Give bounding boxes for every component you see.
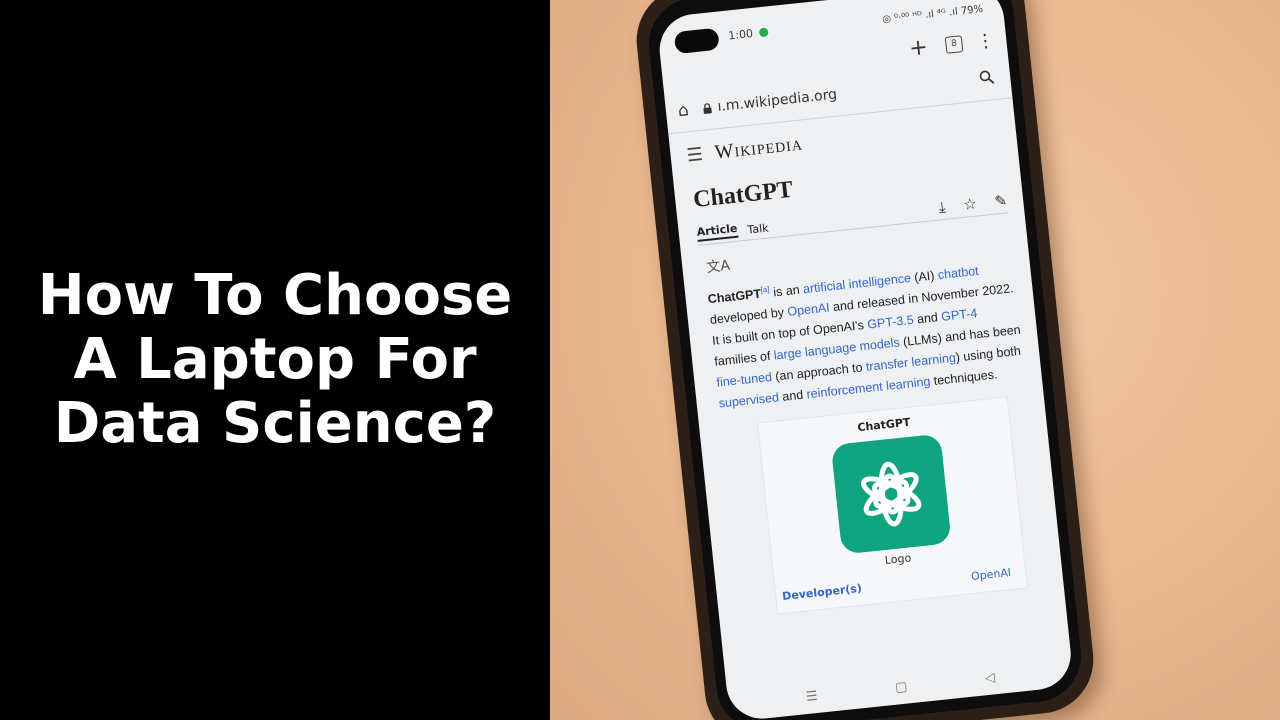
article-intro: ChatGPT[a] is an artificial intelligence… (702, 253, 1026, 415)
new-tab-button[interactable]: + (908, 34, 929, 61)
browser-menu-button[interactable]: ⋮ (975, 29, 995, 52)
star-icon[interactable]: ☆ (962, 195, 977, 214)
url-text: ı.m.wikipedia.org (716, 86, 838, 116)
headline-line-1: How To Choose (37, 263, 513, 328)
infobox: ChatGPT Logo Developer(s) OpenAI (757, 396, 1028, 615)
bold-term: ChatGPT (707, 286, 762, 307)
link-transfer-learning[interactable]: transfer learning (865, 351, 956, 374)
phone-photo: 1:00 ◎ ⁰·⁰⁰ ᴴᴰ .ıl ⁴ᴳ .ıl 79% + 8 ⋮ ⌂ ı.… (550, 0, 1280, 720)
text: developed by (709, 305, 789, 328)
edit-lock-icon[interactable]: ✎ (994, 191, 1008, 210)
back-icon[interactable]: ◁ (984, 670, 996, 686)
smartphone: 1:00 ◎ ⁰·⁰⁰ ᴴᴰ .ıl ⁴ᴳ .ıl 79% + 8 ⋮ ⌂ ı.… (631, 0, 1099, 720)
text: and (912, 310, 943, 327)
link-gpt-4[interactable]: GPT-4 (941, 306, 978, 324)
page-actions: ⤓ ☆ ✎ (938, 191, 1008, 216)
tab-article[interactable]: Article (696, 221, 739, 242)
text: ) using both (955, 343, 1022, 365)
search-icon[interactable] (978, 69, 995, 89)
title-panel: How To Choose A Laptop For Data Science? (0, 0, 550, 720)
text: is an (769, 282, 804, 300)
home-nav-icon[interactable]: ▢ (894, 679, 908, 695)
link-openai[interactable]: OpenAI (787, 301, 831, 319)
headline-line-2: A Laptop For (73, 327, 477, 392)
infobox-label: Developer(s) (781, 581, 863, 604)
recents-icon[interactable]: ☰ (805, 688, 818, 704)
tab-talk[interactable]: Talk (747, 221, 769, 236)
headline: How To Choose A Laptop For Data Science? (10, 264, 540, 456)
download-icon[interactable]: ⤓ (938, 198, 946, 217)
link-supervised[interactable]: supervised (718, 390, 780, 410)
link-chatbot[interactable]: chatbot (937, 264, 979, 282)
chatgpt-logo-icon[interactable] (830, 433, 952, 555)
hamburger-menu-icon[interactable]: ☰ (686, 143, 704, 166)
front-camera (673, 27, 720, 55)
lock-icon (703, 102, 712, 114)
link-reinforcement-learning[interactable]: reinforcement learning (806, 375, 931, 402)
status-icons: ◎ ⁰·⁰⁰ ᴴᴰ .ıl ⁴ᴳ .ıl 79% (881, 3, 984, 25)
article-content: ChatGPT Article Talk ⤓ ☆ ✎ 文A ChatGPT[a]… (692, 155, 1058, 720)
text: techniques. (929, 367, 999, 389)
status-time: 1:00 (727, 26, 754, 43)
text: families of (713, 348, 775, 369)
tab-switcher-button[interactable]: 8 (944, 34, 964, 54)
text: and (778, 387, 808, 405)
whatsapp-icon (758, 26, 769, 37)
link-fine-tuned[interactable]: fine-tuned (716, 370, 773, 390)
text: (AI) (910, 268, 939, 285)
infobox-value-link[interactable]: OpenAI (970, 566, 1011, 583)
url-field[interactable]: ı.m.wikipedia.org (702, 87, 838, 117)
text: (an approach to (771, 360, 867, 384)
link-gpt-3-5[interactable]: GPT-3.5 (867, 313, 915, 332)
wikipedia-logo[interactable]: Wikipedia (713, 132, 803, 164)
home-icon[interactable]: ⌂ (677, 100, 690, 121)
headline-line-3: Data Science? (53, 391, 497, 456)
phone-screen: 1:00 ◎ ⁰·⁰⁰ ᴴᴰ .ıl ⁴ᴳ .ıl 79% + 8 ⋮ ⌂ ı.… (656, 0, 1075, 720)
